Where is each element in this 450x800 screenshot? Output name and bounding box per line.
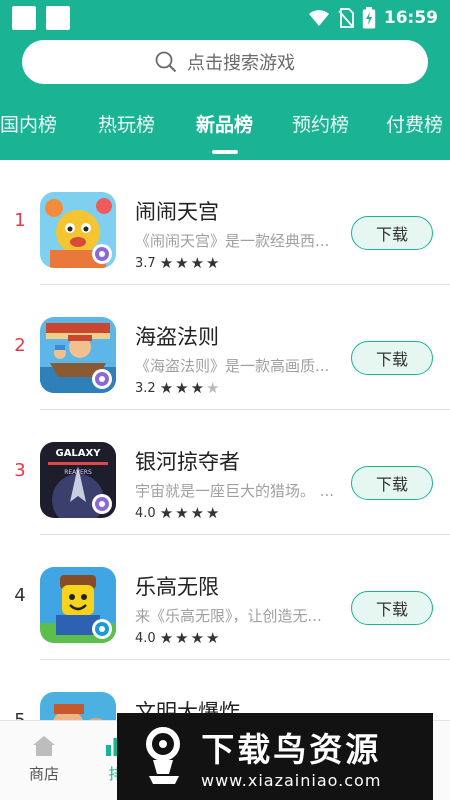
- star-rating: ★ ★ ★ ★: [160, 381, 220, 396]
- rating-value: 4.0: [135, 506, 156, 521]
- star-icon: ★: [175, 379, 189, 397]
- watermark-url: www.xiazainiao.com: [201, 771, 382, 790]
- tab-paid[interactable]: 付费榜: [386, 110, 443, 137]
- rank-number: 5: [12, 710, 28, 720]
- bird-logo-icon: [146, 726, 180, 784]
- app-icon-civilization[interactable]: [40, 692, 116, 720]
- app-name: 乐高无限: [135, 575, 219, 599]
- galaxy-logo-text: GALAXY: [55, 448, 101, 459]
- star-icon: ★: [190, 504, 205, 522]
- nav-store-label: 商店: [28, 765, 59, 783]
- star-rating: ★ ★ ★ ★: [160, 256, 220, 271]
- tab-domestic[interactable]: 国内榜: [0, 110, 57, 137]
- star-icon: ★: [190, 629, 205, 647]
- house-icon: [33, 736, 55, 756]
- star-icon: ★: [206, 629, 220, 647]
- app-list: 1 闹闹天宫 《闹闹天宫》是一款经典西... 3.7 ★ ★ ★ ★ 下载 2 …: [0, 160, 450, 720]
- download-button[interactable]: 下载: [351, 216, 433, 250]
- list-item[interactable]: 4 乐高无限 来《乐高无限》，让创造无... 4.0 ★ ★ ★ ★ 下载: [0, 535, 450, 660]
- rating-value: 3.2: [135, 381, 156, 396]
- star-icon: ★: [206, 254, 220, 272]
- tab-indicator: [212, 150, 238, 154]
- list-item[interactable]: 3 GALAXY REAVERS 银河掠夺者 宇宙就是一座巨大的猎场。 ... …: [0, 410, 450, 535]
- search-bar[interactable]: 点击搜索游戏: [22, 40, 428, 84]
- star-icon: ★: [159, 629, 174, 647]
- tab-bar: 国内榜 热玩榜 新品榜 预约榜 付费榜: [0, 104, 450, 160]
- search-placeholder: 点击搜索游戏: [187, 53, 295, 74]
- star-icon: ★: [159, 254, 174, 272]
- rating: 4.0 ★ ★ ★ ★: [135, 506, 220, 522]
- list-item[interactable]: 5 文明大爆炸: [0, 660, 450, 720]
- app-icon-lego[interactable]: [40, 567, 116, 643]
- status-bar: 16:59: [0, 0, 450, 36]
- star-icon: ★: [206, 504, 220, 522]
- notification-icon: [46, 6, 70, 30]
- rank-number: 2: [14, 335, 26, 356]
- rank-number: 4: [14, 585, 26, 606]
- rating: 3.7 ★ ★ ★ ★: [135, 256, 220, 272]
- app-icon-pirate[interactable]: [40, 317, 116, 393]
- app-icon-galaxy-reavers[interactable]: GALAXY REAVERS: [40, 442, 116, 518]
- star-icon: ★: [175, 254, 189, 272]
- watermark-title: 下载鸟资源: [201, 730, 382, 769]
- star-rating: ★ ★ ★ ★: [160, 506, 220, 521]
- tab-reservation[interactable]: 预约榜: [292, 110, 349, 137]
- rank-number: 1: [14, 210, 26, 231]
- download-button[interactable]: 下载: [351, 341, 433, 375]
- app-icon-naonao[interactable]: [40, 192, 116, 268]
- star-icon: ★: [175, 504, 189, 522]
- app-name: 银河掠夺者: [135, 450, 240, 474]
- download-button[interactable]: 下载: [351, 466, 433, 500]
- app-description: 来《乐高无限》，让创造无...: [135, 607, 322, 625]
- rating: 3.2 ★ ★ ★ ★: [135, 381, 220, 397]
- app-description: 宇宙就是一座巨大的猎场。 ...: [135, 482, 335, 500]
- search-icon: [155, 51, 177, 73]
- list-item[interactable]: 1 闹闹天宫 《闹闹天宫》是一款经典西... 3.7 ★ ★ ★ ★ 下载: [0, 160, 450, 285]
- tab-new[interactable]: 新品榜: [196, 110, 253, 137]
- watermark-banner: 下载鸟资源 www.xiazainiao.com: [117, 713, 433, 800]
- app-description: 《海盗法则》是一款高画质...: [135, 357, 330, 375]
- star-icon: ★: [175, 629, 189, 647]
- app-name: 闹闹天宫: [135, 200, 219, 224]
- app-name: 海盗法则: [135, 325, 219, 349]
- half-star-icon: ★: [206, 379, 220, 397]
- star-icon: ★: [190, 254, 205, 272]
- notification-icon: [12, 6, 36, 30]
- no-sim-icon: [338, 8, 354, 28]
- header: 16:59 点击搜索游戏 国内榜 热玩榜 新品榜 预约榜 付费榜: [0, 0, 450, 160]
- rank-number: 3: [14, 460, 26, 481]
- rating: 4.0 ★ ★ ★ ★: [135, 631, 220, 647]
- star-icon: ★: [159, 379, 174, 397]
- battery-charging-icon: [362, 7, 376, 29]
- download-button[interactable]: 下载: [351, 591, 433, 625]
- rating-value: 4.0: [135, 631, 156, 646]
- app-description: 《闹闹天宫》是一款经典西...: [135, 232, 330, 250]
- wifi-icon: [308, 10, 329, 26]
- galaxy-logo-subtext: REAVERS: [64, 469, 92, 476]
- rating-value: 3.7: [135, 256, 156, 271]
- clock: 16:59: [383, 8, 438, 28]
- star-icon: ★: [190, 379, 205, 397]
- star-rating: ★ ★ ★ ★: [160, 631, 220, 646]
- nav-store[interactable]: 商店: [14, 735, 74, 784]
- star-icon: ★: [159, 504, 174, 522]
- list-item[interactable]: 2 海盗法则 《海盗法则》是一款高画质... 3.2 ★ ★ ★ ★ 下载: [0, 285, 450, 410]
- tab-hot[interactable]: 热玩榜: [98, 110, 155, 137]
